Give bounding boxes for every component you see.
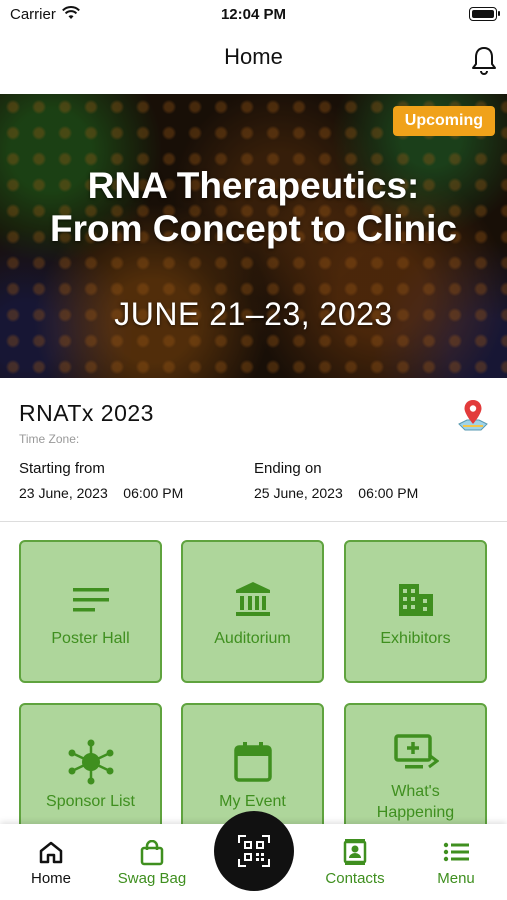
event-name: RNATx 2023: [19, 400, 154, 426]
building-columns-icon: [235, 582, 270, 616]
home-icon: [39, 841, 63, 864]
end-label: Ending on: [254, 460, 322, 477]
battery-icon: [469, 7, 500, 21]
tab-label: Contacts: [325, 870, 385, 887]
timezone-label: Time Zone:: [19, 432, 80, 446]
map-pin-icon[interactable]: [457, 398, 489, 432]
bell-icon[interactable]: [469, 44, 499, 76]
tile-poster-hall[interactable]: Poster Hall: [19, 540, 162, 683]
monitor-plus-icon: [393, 734, 439, 769]
tab-home[interactable]: Home: [6, 824, 96, 900]
qr-scan-button[interactable]: [214, 811, 294, 891]
status-bar: Carrier 12:04 PM: [0, 0, 507, 30]
office-building-icon: [398, 584, 433, 616]
tab-menu[interactable]: Menu: [411, 824, 501, 900]
calendar-icon: [233, 742, 272, 782]
status-badge: Upcoming: [392, 106, 495, 136]
shopping-bag-icon: [140, 840, 164, 866]
menu-icon: [443, 842, 469, 862]
tile-label: My Event: [219, 793, 286, 810]
tile-auditorium[interactable]: Auditorium: [181, 540, 324, 683]
start-value: 23 June, 2023 06:00 PM: [19, 485, 184, 501]
banner-title-line1: RNA Therapeutics:: [87, 165, 420, 206]
tab-swag-bag[interactable]: Swag Bag: [107, 824, 197, 900]
tab-contacts[interactable]: Contacts: [310, 824, 400, 900]
tab-label: Swag Bag: [117, 870, 187, 887]
nav-bar: Home: [0, 30, 507, 94]
tile-label: Poster Hall: [51, 630, 130, 647]
tile-label-line1: What's: [391, 783, 440, 800]
end-value: 25 June, 2023 06:00 PM: [254, 485, 419, 501]
hub-icon: [68, 739, 113, 785]
banner-dates: JUNE 21–23, 2023: [114, 296, 393, 332]
qr-code-icon: [238, 835, 270, 867]
event-info: RNATx 2023 Time Zone: Starting from 23 J…: [0, 378, 507, 522]
tile-label: Sponsor List: [46, 793, 135, 810]
tile-label: Exhibitors: [380, 630, 451, 647]
page-title: Home: [224, 44, 283, 69]
status-time: 12:04 PM: [220, 6, 287, 23]
event-banner[interactable]: Upcoming RNA Therapeutics: From Concept …: [0, 94, 507, 378]
start-label: Starting from: [19, 460, 105, 477]
lines-icon: [72, 588, 109, 612]
tile-label: Auditorium: [214, 630, 291, 647]
tab-label: Menu: [437, 870, 475, 887]
tile-label-line2: Happening: [376, 804, 455, 821]
tile-label: What's Happening: [346, 781, 485, 823]
banner-title-line2: From Concept to Clinic: [50, 208, 457, 249]
tab-label: Home: [30, 870, 71, 887]
contact-card-icon: [343, 839, 367, 865]
tile-exhibitors[interactable]: Exhibitors: [344, 540, 487, 683]
banner-title: RNA Therapeutics: From Concept to Clinic: [0, 164, 507, 250]
